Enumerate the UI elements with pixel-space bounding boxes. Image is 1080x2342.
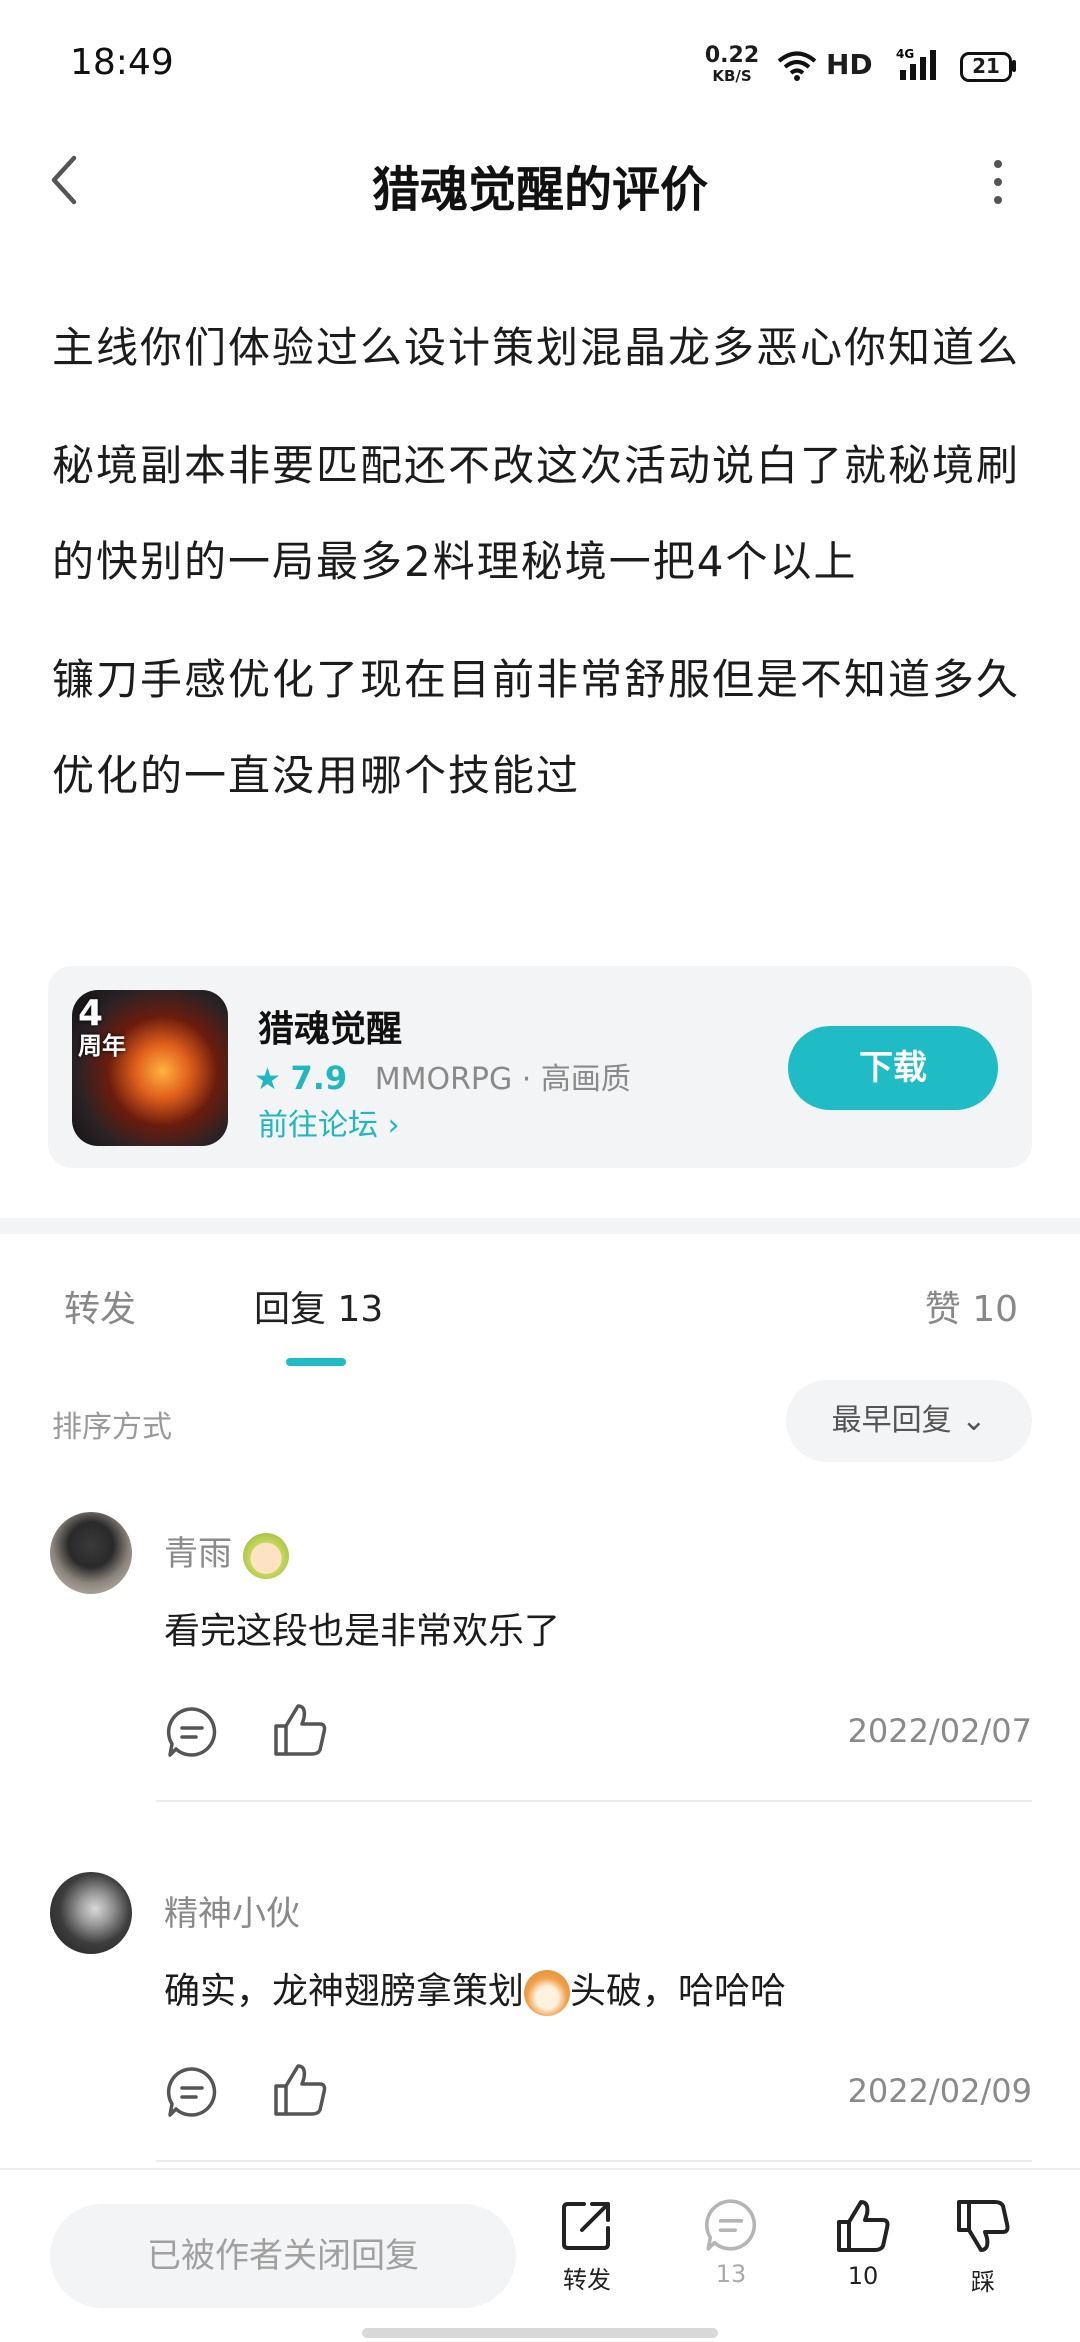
review-paragraph: 秘境副本非要匹配还不改这次活动说白了就秘境刷的快别的一局最多2料理秘境一把4个以… [52, 441, 1021, 586]
comment-button[interactable]: 13 [686, 2196, 776, 2288]
sort-dropdown[interactable]: 最早回复 ⌄ [786, 1380, 1032, 1462]
dislike-label: 踩 [971, 2268, 995, 2296]
wifi-icon [777, 51, 817, 81]
shiba-dog-emoji-icon [524, 1970, 571, 2016]
dislike-button[interactable]: 踩 [938, 2196, 1028, 2297]
forum-link[interactable]: 前往论坛 › [258, 1100, 400, 1144]
network-speed: 0.22 KB/S [704, 43, 760, 86]
user-badge-icon [242, 1532, 289, 1579]
thumbs-up-icon[interactable] [270, 1700, 330, 1760]
reply-input-disabled: 已被作者关闭回复 [50, 2204, 516, 2308]
forward-button[interactable]: 转发 [542, 2196, 632, 2295]
review-paragraph: 主线你们体验过么设计策划混晶龙多恶心你知道么 [52, 323, 1021, 372]
reply-text: 确实，龙神翅膀拿策划 头破，哈哈哈 [164, 1962, 786, 2016]
tab-like[interactable]: 赞 10 [925, 1280, 1018, 1332]
share-icon [562, 2202, 610, 2250]
page-title: 猎魂觉醒的评价 [371, 162, 708, 218]
sort-label: 排序方式 [52, 1410, 172, 1445]
forward-label: 转发 [563, 2266, 611, 2294]
anniversary-badge: 4 周年 [78, 993, 126, 1061]
battery-icon: 21 [960, 52, 1012, 82]
thumbs-up-icon [837, 2200, 890, 2252]
reply-divider [156, 1800, 1032, 1802]
reply-date: 2022/02/09 [847, 2072, 1032, 2110]
battery-level: 21 [972, 54, 1000, 78]
game-logo[interactable]: 4 周年 [72, 990, 228, 1146]
reply-divider [156, 2160, 1032, 2162]
game-genre-tags: MMORPG · 高画质 [374, 1062, 631, 1097]
reply-count: 13 [337, 1289, 384, 1330]
like-button[interactable]: 10 [818, 2196, 908, 2290]
star-icon: ★ [254, 1062, 281, 1097]
game-rating: 7.9 [290, 1059, 348, 1097]
comment-icon[interactable] [164, 2064, 220, 2120]
thumbs-down-icon [957, 2200, 1010, 2252]
hd-voice-label: HD [826, 48, 873, 81]
comment-icon[interactable] [164, 1704, 220, 1760]
status-bar: 18:49 0.22 KB/S HD 4G 21 [0, 0, 1080, 130]
more-options-icon[interactable] [988, 160, 1008, 204]
tab-forward[interactable]: 转发 [64, 1280, 136, 1332]
game-card[interactable]: 4 周年 猎魂觉醒 ★ 7.9 MMORPG · 高画质 前往论坛 › 下载 [48, 966, 1032, 1168]
network-speed-value: 0.22 [704, 43, 760, 68]
download-button[interactable]: 下载 [788, 1026, 998, 1110]
chevron-right-icon: › [387, 1108, 400, 1143]
cellular-signal-icon: 4G [896, 47, 936, 80]
like-count: 10 [847, 2262, 879, 2290]
status-time: 18:49 [70, 42, 174, 83]
network-speed-unit: KB/S [712, 67, 752, 85]
avatar[interactable] [50, 1512, 132, 1594]
bottom-action-bar: 已被作者关闭回复 转发 13 10 踩 [0, 2168, 1080, 2342]
reply-author[interactable]: 精神小伙 [164, 1886, 300, 1935]
reply-date: 2022/02/07 [847, 1712, 1032, 1750]
review-paragraph: 镰刀手感优化了现在目前非常舒服但是不知道多久优化的一直没用哪个技能过 [52, 655, 1021, 800]
avatar[interactable] [50, 1872, 132, 1954]
active-tab-indicator [286, 1358, 346, 1366]
game-meta: ★ 7.9 MMORPG · 高画质 [254, 1054, 631, 1098]
home-indicator[interactable] [362, 2328, 718, 2338]
signal-label: 4G [896, 47, 914, 61]
reply-author[interactable]: 青雨 [164, 1526, 289, 1579]
thumbs-up-icon[interactable] [270, 2060, 330, 2120]
battery-cap [1012, 60, 1016, 72]
game-name[interactable]: 猎魂觉醒 [258, 1000, 402, 1052]
comment-icon [705, 2199, 757, 2251]
chevron-down-icon: ⌄ [961, 1403, 987, 1438]
sort-selected: 最早回复 [831, 1403, 952, 1438]
reply-text: 看完这段也是非常欢乐了 [164, 1611, 561, 1652]
section-divider [0, 1218, 1080, 1234]
like-count: 10 [972, 1289, 1018, 1330]
review-content: 主线你们体验过么设计策划混晶龙多恶心你知道么 秘境副本非要匹配还不改这次活动说白… [52, 300, 1032, 846]
tab-reply[interactable]: 回复 13 [254, 1280, 383, 1332]
comment-count: 13 [715, 2260, 747, 2288]
